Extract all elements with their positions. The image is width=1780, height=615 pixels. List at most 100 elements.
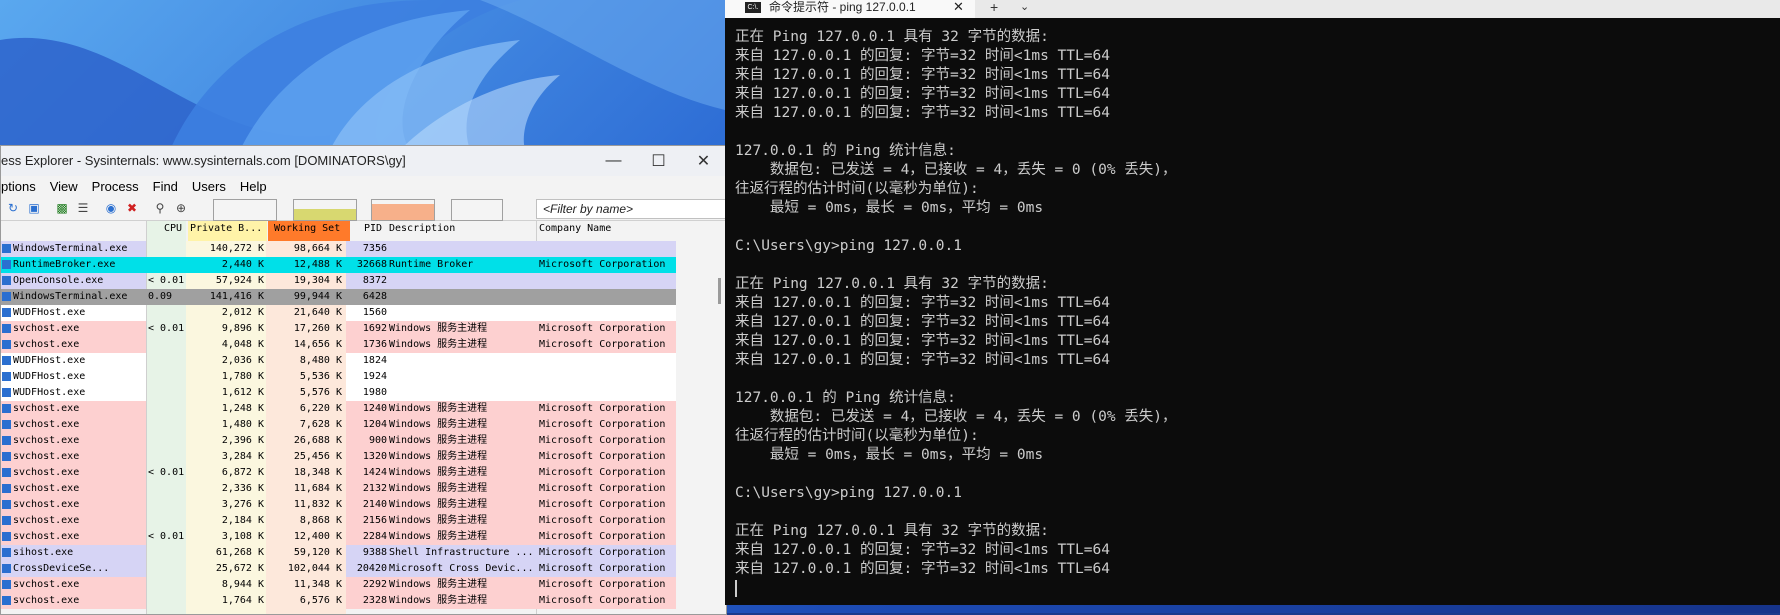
table-row[interactable]: svchost.exe < 0.01 6,872 K 18,348 K 1424 Wind… [1, 465, 676, 481]
table-row[interactable]: WUDFHost.exe 2,012 K 21,640 K 1560 [1, 305, 676, 321]
kill-process-icon[interactable]: ✖ [123, 199, 141, 217]
tree-icon[interactable]: ☰ [74, 199, 92, 217]
table-row[interactable]: svchost.exe 1,248 K 6,220 K 1240 Windows 服务主… [1, 401, 676, 417]
pid-value: 1240 [362, 403, 387, 414]
private-bytes-value: 2,336 K [221, 483, 264, 494]
cpu-value [148, 353, 184, 369]
company-value [539, 289, 676, 305]
terminal-window: C:\. 命令提示符 - ping 127.0.0.1 ✕ + ⌄ 正在 Pin… [725, 0, 1780, 605]
table-row[interactable]: WUDFHost.exe 1,612 K 5,576 K 1980 [1, 385, 676, 401]
private-bytes-value: 2,440 K [221, 259, 264, 270]
working-set-value: 7,628 K [299, 419, 342, 430]
working-set-value: 21,640 K [293, 307, 342, 318]
private-bytes-value: 6,872 K [221, 467, 264, 478]
chevron-down-icon[interactable]: ⌄ [1020, 0, 1029, 14]
process-icon [2, 580, 11, 589]
table-row[interactable]: WindowsTerminal.exe 0.09 141,416 K 99,944 K… [1, 289, 676, 305]
header-working-set[interactable]: Working Set [268, 221, 350, 241]
scrollbar-thumb[interactable] [718, 278, 721, 304]
process-name: WUDFHost.exe [13, 387, 86, 398]
table-row[interactable]: sihost.exe 61,268 K 59,120 K 9388 Shell Infr… [1, 545, 676, 561]
header-cpu[interactable]: CPU [164, 221, 182, 241]
gpu-graph[interactable] [451, 199, 503, 221]
cpu-value: < 0.01 [148, 467, 184, 478]
terminal-line: 来自 127.0.0.1 的回复: 字节=32 时间<1ms TTL=64 [735, 333, 1110, 349]
table-row[interactable]: CrossDeviceSe... 25,672 K 102,044 K 20420 Mi… [1, 561, 676, 577]
table-row[interactable]: svchost.exe < 0.01 3,108 K 12,400 K 2284 Wind… [1, 529, 676, 545]
menu-process[interactable]: Process [92, 179, 139, 194]
terminal-output[interactable]: 正在 Ping 127.0.0.1 具有 32 字节的数据: 来自 127.0.0… [735, 28, 1177, 579]
working-set-value: 18,348 K [293, 467, 342, 478]
process-name: svchost.exe [13, 499, 80, 510]
table-row[interactable]: svchost.exe 4,048 K 14,656 K 1736 Windows 服务… [1, 337, 676, 353]
pid-value: 1824 [362, 355, 387, 366]
terminal-line: 127.0.0.1 的 Ping 统计信息: [735, 390, 956, 406]
pid-value: 20420 [356, 563, 387, 574]
menu-find[interactable]: Find [153, 179, 178, 194]
header-description[interactable]: Description [389, 221, 455, 241]
description-value: Windows 服务主进程 [389, 483, 488, 494]
process-icon [2, 564, 11, 573]
header-pid[interactable]: PID [364, 221, 382, 241]
maximize-button[interactable]: ☐ [636, 146, 681, 176]
close-tab-icon[interactable]: ✕ [953, 0, 964, 14]
terminal-line: 数据包: 已发送 = 4，已接收 = 4，丢失 = 0 (0% 丢失)， [735, 409, 1177, 425]
table-row[interactable]: svchost.exe 2,336 K 11,684 K 2132 Windows 服务… [1, 481, 676, 497]
table-row[interactable]: svchost.exe 8,944 K 11,348 K 2292 Windows 服务… [1, 577, 676, 593]
target-icon[interactable]: ⊕ [172, 199, 190, 217]
pid-value: 2292 [362, 579, 387, 590]
table-row[interactable]: svchost.exe 3,276 K 11,832 K 2140 Windows 服务… [1, 497, 676, 513]
new-tab-button[interactable]: + [990, 0, 998, 14]
menu-users[interactable]: Users [192, 179, 226, 194]
working-set-value: 17,260 K [293, 323, 342, 334]
process-list: WindowsTerminal.exe 140,272 K 98,664 K 7356… [1, 241, 676, 609]
process-icon [2, 516, 11, 525]
terminal-line: 来自 127.0.0.1 的回复: 字节=32 时间<1ms TTL=64 [735, 295, 1110, 311]
menu-view[interactable]: View [50, 179, 78, 194]
pid-value: 900 [368, 435, 387, 446]
system-info-icon[interactable]: ▩ [53, 199, 71, 217]
header-company[interactable]: Company Name [539, 221, 611, 241]
cpu-graph[interactable] [213, 199, 277, 221]
header-private-bytes[interactable]: Private B... [188, 221, 267, 241]
table-row[interactable]: OpenConsole.exe < 0.01 57,924 K 19,304 K 837… [1, 273, 676, 289]
refresh-icon[interactable]: ↻ [4, 199, 22, 217]
menu-help[interactable]: Help [240, 179, 267, 194]
close-button[interactable]: ✕ [681, 146, 726, 176]
filter-input[interactable]: <Filter by name> [536, 199, 726, 219]
find-icon[interactable]: ⚲ [151, 199, 169, 217]
window-icon[interactable]: ▣ [25, 199, 43, 217]
table-row[interactable]: svchost.exe < 0.01 9,896 K 17,260 K 1692 Wind… [1, 321, 676, 337]
private-bytes-value: 1,480 K [221, 419, 264, 430]
menu-options[interactable]: ptions [1, 179, 36, 194]
working-set-value: 6,576 K [299, 595, 342, 606]
commit-graph[interactable] [293, 199, 357, 221]
working-set-value: 14,656 K [293, 339, 342, 350]
company-value [539, 353, 676, 369]
working-set-value: 99,944 K [293, 291, 342, 302]
properties-icon[interactable]: ◉ [102, 199, 120, 217]
pid-value: 2132 [362, 483, 387, 494]
table-row[interactable]: svchost.exe 1,480 K 7,628 K 1204 Windows 服务主… [1, 417, 676, 433]
terminal-line: 来自 127.0.0.1 的回复: 字节=32 时间<1ms TTL=64 [735, 48, 1110, 64]
table-row[interactable]: WindowsTerminal.exe 140,272 K 98,664 K 7356 [1, 241, 676, 257]
table-row[interactable]: RuntimeBroker.exe 2,440 K 12,488 K 32668 Run… [1, 257, 676, 273]
description-value: Windows 服务主进程 [389, 499, 488, 510]
table-row[interactable]: svchost.exe 1,764 K 6,576 K 2328 Windows 服务主… [1, 593, 676, 609]
table-row[interactable]: WUDFHost.exe 1,780 K 5,536 K 1924 [1, 369, 676, 385]
tab-command-prompt[interactable]: C:\. 命令提示符 - ping 127.0.0.1 ✕ [725, 0, 975, 18]
io-graph[interactable] [371, 199, 435, 221]
pid-value: 7356 [362, 243, 387, 254]
working-set-value: 5,536 K [299, 371, 342, 382]
title-bar: ess Explorer - Sysinternals: www.sysinte… [1, 146, 726, 176]
private-bytes-value: 2,396 K [221, 435, 264, 446]
minimize-button[interactable]: — [591, 146, 636, 176]
table-row[interactable]: WUDFHost.exe 2,036 K 8,480 K 1824 [1, 353, 676, 369]
table-row[interactable]: svchost.exe 2,396 K 26,688 K 900 Windows 服务主… [1, 433, 676, 449]
terminal-line: 来自 127.0.0.1 的回复: 字节=32 时间<1ms TTL=64 [735, 352, 1110, 368]
table-row[interactable]: svchost.exe 3,284 K 25,456 K 1320 Windows 服务… [1, 449, 676, 465]
table-row[interactable]: svchost.exe 2,184 K 8,868 K 2156 Windows 服务主… [1, 513, 676, 529]
terminal-line: 正在 Ping 127.0.0.1 具有 32 字节的数据: [735, 523, 1049, 539]
